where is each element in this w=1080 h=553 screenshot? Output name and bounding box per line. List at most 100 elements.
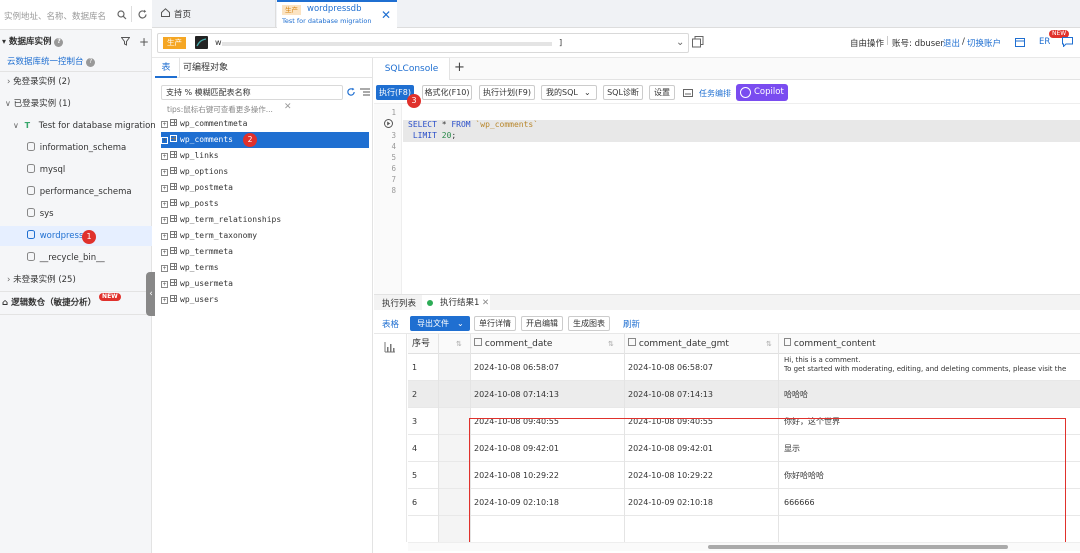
expand-icon[interactable]: + <box>161 169 168 176</box>
expand-icon[interactable]: + <box>161 297 168 304</box>
instances-section-header[interactable]: ▾ 数据库实例 ? + <box>0 32 152 52</box>
sort-icon[interactable]: ⇅ <box>766 334 772 354</box>
enable-edit-button[interactable]: 开启编辑 <box>521 316 563 331</box>
table-item-selected[interactable]: + wp_comments 2 <box>161 132 369 148</box>
table-item[interactable]: + wp_postmeta <box>161 180 369 196</box>
tab-programmable-objects[interactable]: 可编程对象 <box>179 58 231 78</box>
table-item[interactable]: + wp_usermeta <box>161 276 369 292</box>
tab-execution-result-1[interactable]: 执行结果1 ✕ <box>422 295 490 311</box>
tab-title: wordpressdb <box>307 4 362 14</box>
tab-execution-list[interactable]: 执行列表 <box>382 297 416 309</box>
table-row[interactable]: 2 2024-10-08 07:14:13 2024-10-08 07:14:1… <box>408 381 1080 408</box>
col-header-comment-date-gmt[interactable]: comment_date_gmt <box>628 334 729 354</box>
instance-search-input[interactable]: 实例地址、名称、数据库名 <box>4 10 106 22</box>
close-icon[interactable]: ✕ <box>482 295 489 311</box>
expand-icon[interactable]: + <box>161 281 168 288</box>
er-diagram-button[interactable]: ER <box>1039 37 1050 47</box>
instance-selector[interactable]: 生产 w ] ⌄ <box>157 33 689 53</box>
sort-icon[interactable]: ⇅ <box>456 334 462 354</box>
col-header-comment-date[interactable]: comment_date <box>474 334 552 354</box>
tree-instance[interactable]: ∨ T Test for database migration <box>0 116 156 136</box>
refresh-icon[interactable] <box>346 87 356 97</box>
tree-db-mysql[interactable]: mysql <box>0 160 152 180</box>
tree-db-sys[interactable]: sys <box>0 204 152 224</box>
tab-sqlconsole[interactable]: SQLConsole <box>374 58 450 80</box>
horizontal-scrollbar[interactable] <box>408 542 1080 551</box>
table-row[interactable]: 1 2024-10-08 06:58:07 2024-10-08 06:58:0… <box>408 354 1080 381</box>
table-item[interactable]: + wp_links <box>161 148 369 164</box>
expand-icon[interactable]: + <box>161 121 168 128</box>
instance-address: w <box>215 38 222 47</box>
tree-group-free-login[interactable]: › 免登录实例 (2) <box>0 72 152 92</box>
scrollbar-thumb[interactable] <box>708 545 1008 549</box>
add-console-button[interactable]: + <box>454 60 465 75</box>
expand-icon[interactable]: + <box>161 153 168 160</box>
tree-db-information-schema[interactable]: information_schema <box>0 138 152 158</box>
search-icon[interactable] <box>117 10 127 20</box>
expand-icon[interactable]: + <box>161 217 168 224</box>
calendar-icon <box>628 338 636 346</box>
close-tip-icon[interactable]: ✕ <box>284 102 292 112</box>
logout-link[interactable]: 退出 <box>943 37 960 49</box>
env-tag: 生产 <box>282 5 301 15</box>
help-icon[interactable]: ? <box>54 37 64 47</box>
refresh-icon[interactable] <box>137 9 148 20</box>
run-line-icon[interactable] <box>384 119 393 128</box>
table-item[interactable]: + wp_term_taxonomy <box>161 228 369 244</box>
chat-icon[interactable] <box>1062 37 1073 47</box>
row-detail-button[interactable]: 单行详情 <box>474 316 516 331</box>
table-item[interactable]: + wp_options <box>161 164 369 180</box>
close-tab-icon[interactable]: ✕ <box>381 8 391 22</box>
table-item[interactable]: + wp_termmeta <box>161 244 369 260</box>
help-icon[interactable]: ? <box>86 57 96 67</box>
keyboard-icon[interactable] <box>683 89 693 97</box>
table-item[interactable]: + wp_commentmeta <box>161 116 369 132</box>
generate-chart-button[interactable]: 生成图表 <box>568 316 610 331</box>
add-instance-icon[interactable]: + <box>139 32 149 52</box>
settings-button[interactable]: 设置 <box>649 85 675 100</box>
tree-db-recycle-bin[interactable]: __recycle_bin__ <box>0 248 152 268</box>
expand-icon[interactable]: + <box>161 249 168 256</box>
tab-home[interactable]: 首页 <box>152 0 276 28</box>
filter-icon[interactable] <box>121 37 130 46</box>
tab-wordpressdb[interactable]: 生产 wordpressdb Test for database migrati… <box>277 0 397 29</box>
table-item[interactable]: + wp_terms <box>161 260 369 276</box>
database-icon <box>27 142 35 151</box>
expand-icon[interactable]: + <box>161 137 168 144</box>
format-button[interactable]: 格式化(F10) <box>422 85 472 100</box>
col-header-comment-content[interactable]: comment_content <box>784 334 876 354</box>
logic-db-entry[interactable]: ⌂ 逻辑数仓（敏捷分析） NEW <box>0 293 152 313</box>
export-file-button[interactable]: 导出文件 ⌄ <box>410 316 470 331</box>
col-header-index[interactable]: 序号 <box>412 334 430 354</box>
tree-db-wordpressdb[interactable]: wordpressdb 1 <box>0 226 152 246</box>
refresh-link[interactable]: 刷新 <box>623 318 640 330</box>
expand-icon[interactable]: + <box>161 233 168 240</box>
console-link[interactable]: 云数据库统一控制台 ? <box>0 52 152 72</box>
tree-group-not-logged[interactable]: › 未登录实例 (25) <box>0 270 152 290</box>
sql-editor[interactable]: 1 3 4 5 6 7 8 SELECT * FROM `wp_comments… <box>374 104 1080 294</box>
tab-tables[interactable]: 表 <box>155 58 177 78</box>
expand-icon[interactable]: + <box>161 201 168 208</box>
switch-account-link[interactable]: 切换账户 <box>967 37 1001 49</box>
chevron-down-icon[interactable]: ⌄ <box>676 37 684 48</box>
task-orchestration-link[interactable]: 任务编排 <box>699 88 731 99</box>
expand-icon[interactable]: + <box>161 265 168 272</box>
expand-icon[interactable]: + <box>161 185 168 192</box>
list-view-icon[interactable] <box>360 87 370 97</box>
calendar-icon[interactable] <box>1015 37 1025 47</box>
chart-icon[interactable] <box>384 342 395 353</box>
tree-group-logged-in[interactable]: ∨ 已登录实例 (1) <box>0 94 152 114</box>
sql-diagnose-button[interactable]: SQL诊断 <box>603 85 643 100</box>
my-sql-dropdown[interactable]: 我的SQL ⌄ <box>541 85 597 100</box>
copilot-button[interactable]: Copilot <box>736 84 788 101</box>
sort-icon[interactable]: ⇅ <box>608 334 614 354</box>
table-item[interactable]: + wp_posts <box>161 196 369 212</box>
table-item[interactable]: + wp_term_relationships <box>161 212 369 228</box>
tree-db-performance-schema[interactable]: performance_schema <box>0 182 152 202</box>
explain-button[interactable]: 执行计划(F9) <box>479 85 535 100</box>
table-search-input[interactable]: 支持 % 模糊匹配表名称 <box>161 85 343 100</box>
table-view-tab[interactable]: 表格 <box>382 318 399 330</box>
tab-subtitle: Test for database migration <box>282 17 372 25</box>
copy-icon[interactable] <box>692 36 704 48</box>
table-item[interactable]: + wp_users <box>161 292 369 308</box>
